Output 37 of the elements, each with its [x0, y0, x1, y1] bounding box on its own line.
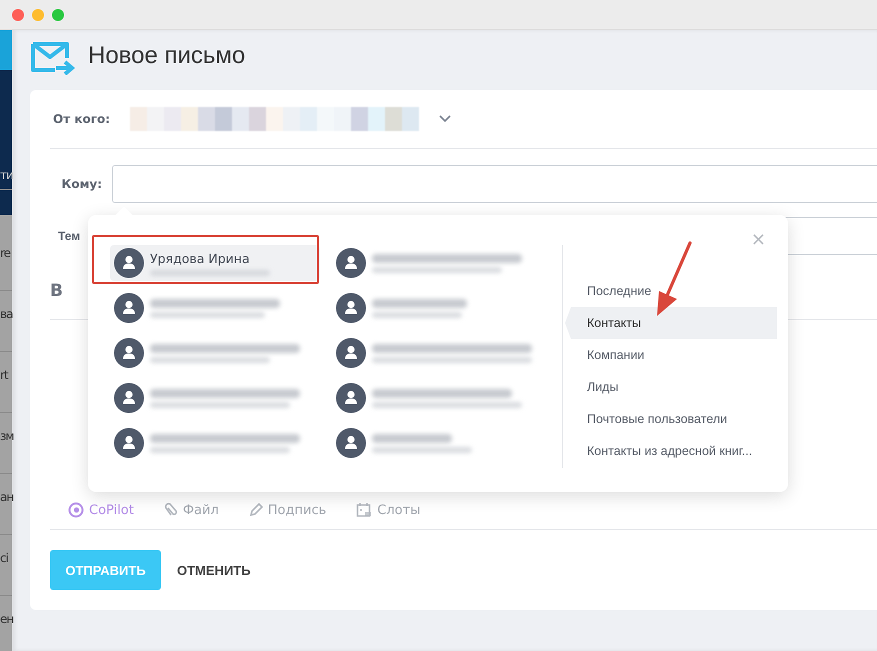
avatar-icon	[114, 293, 144, 323]
sidebar-item[interactable]: rt	[0, 352, 12, 413]
sidebar-item[interactable]: re	[0, 230, 12, 291]
sidebar-header	[0, 30, 12, 70]
category-tab[interactable]: Компании	[565, 339, 777, 371]
recipient-field[interactable]	[112, 165, 877, 203]
avatar-icon	[336, 248, 366, 278]
avatar-icon	[336, 293, 366, 323]
cancel-button[interactable]: ОТМЕНИТЬ	[165, 550, 263, 590]
avatar-icon	[336, 338, 366, 368]
avatar-icon	[114, 383, 144, 413]
avatar-icon	[114, 428, 144, 458]
from-label: От кого:	[53, 112, 110, 126]
contact-item[interactable]: Урядова Ирина	[110, 245, 320, 281]
paperclip-icon	[164, 502, 178, 518]
category-tab[interactable]: Лиды	[565, 371, 777, 403]
contact-name: Урядова Ирина	[150, 250, 251, 266]
copilot-button[interactable]: CoPilot	[68, 502, 134, 518]
page-title: Новое письмо	[88, 42, 246, 70]
bold-button[interactable]: B	[50, 281, 63, 301]
chevron-down-icon[interactable]	[439, 115, 452, 123]
category-tab[interactable]: Контакты из адресной книг...	[565, 435, 777, 467]
subject-label: Тем	[58, 229, 82, 243]
avatar-icon	[336, 428, 366, 458]
avatar-icon	[336, 383, 366, 413]
mail-send-icon	[30, 41, 76, 75]
calendar-icon	[356, 502, 372, 518]
avatar-icon	[114, 248, 144, 278]
category-tab[interactable]: Контакты	[565, 307, 777, 339]
pencil-icon	[248, 503, 263, 517]
copilot-icon	[68, 502, 84, 518]
sidebar-item[interactable]: ci	[0, 535, 12, 596]
avatar-icon	[114, 338, 144, 368]
category-tab[interactable]: Последние	[565, 275, 777, 307]
to-label: Кому:	[60, 177, 102, 191]
close-window-button[interactable]	[12, 8, 24, 20]
category-tab[interactable]: Почтовые пользователи	[565, 403, 777, 435]
